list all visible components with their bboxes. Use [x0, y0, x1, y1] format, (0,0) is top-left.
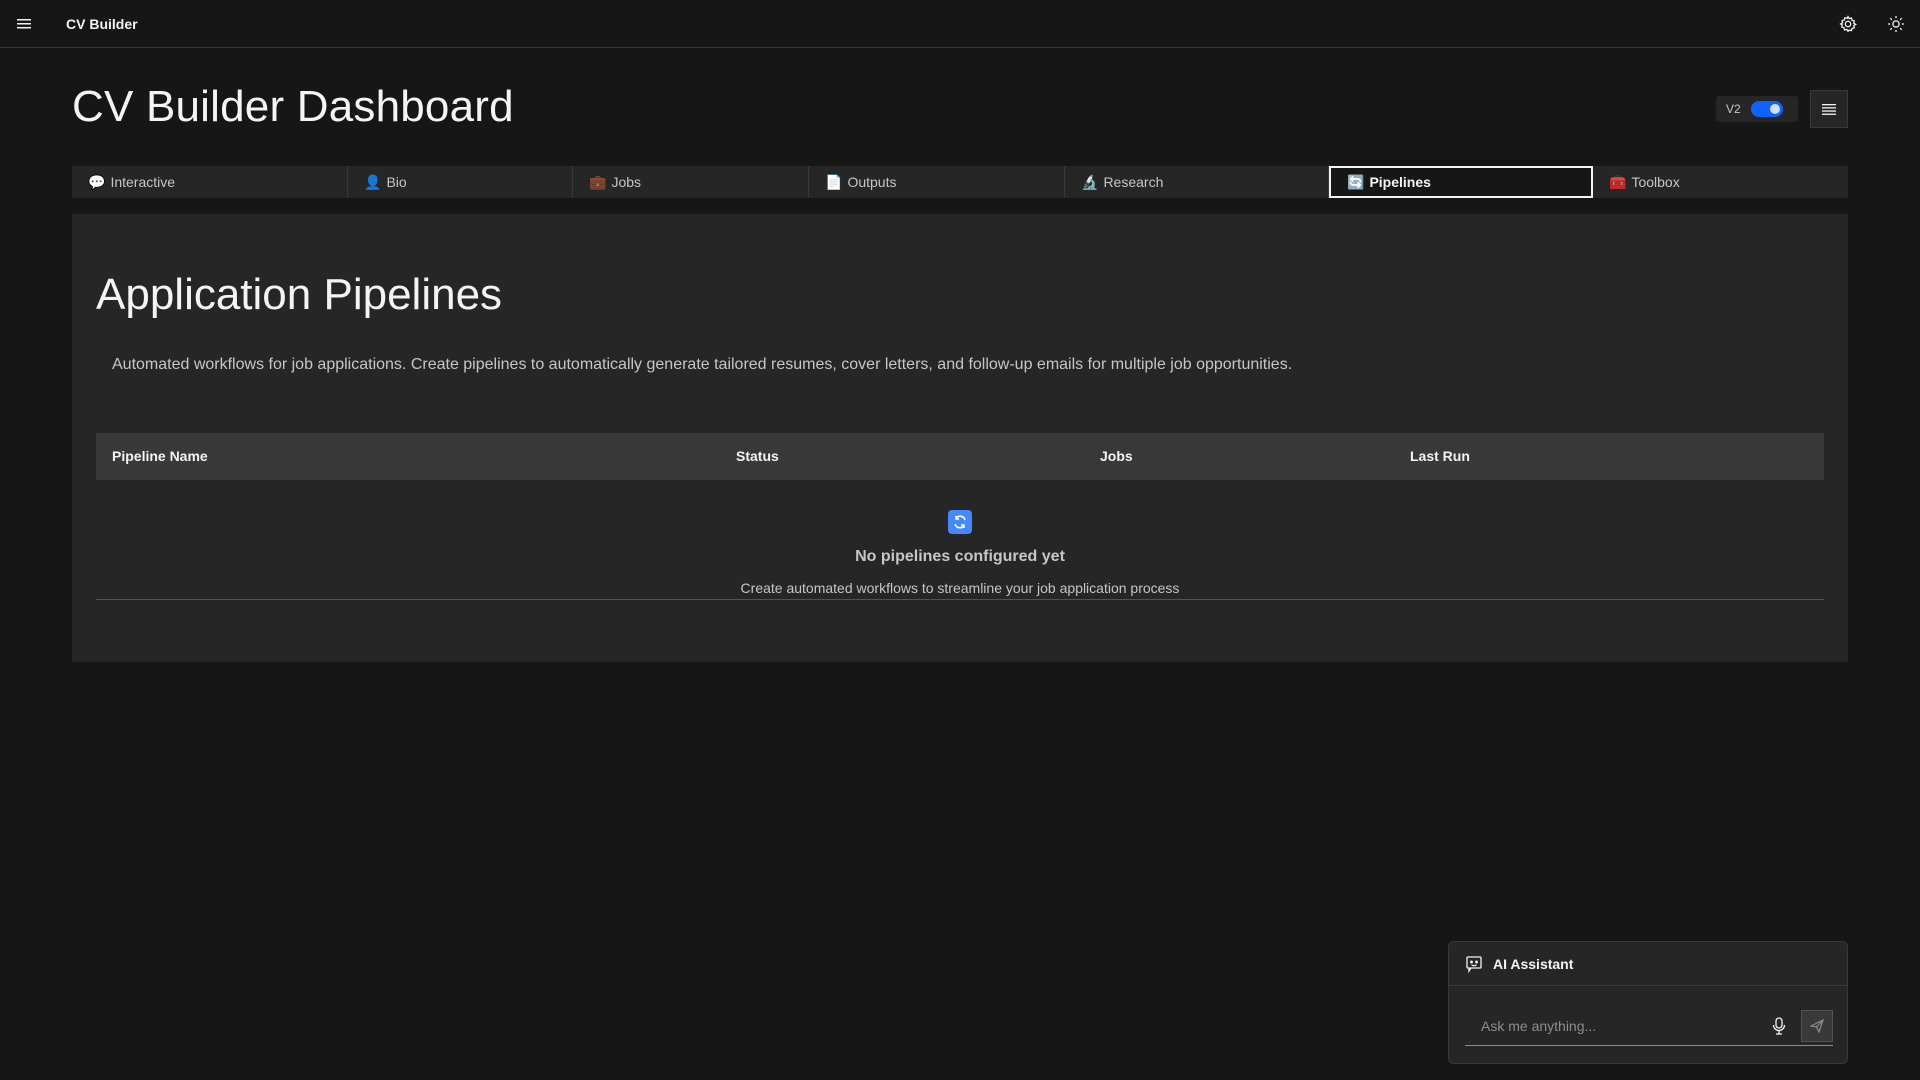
briefcase-icon: 💼: [589, 173, 607, 190]
refresh-icon: [948, 510, 972, 534]
tab-interactive[interactable]: 💬 Interactive: [72, 166, 348, 198]
pipelines-panel: Application Pipelines Automated workflow…: [72, 214, 1848, 662]
column-header-jobs[interactable]: Jobs: [1100, 448, 1133, 464]
app-name[interactable]: CV Builder: [66, 16, 138, 32]
column-header-pipeline-name[interactable]: Pipeline Name: [112, 448, 208, 464]
version-toggle[interactable]: V2: [1716, 96, 1798, 122]
tab-bio[interactable]: 👤 Bio: [348, 166, 573, 198]
toolbox-icon: 🧰: [1609, 173, 1627, 190]
assistant-title: AI Assistant: [1493, 955, 1574, 972]
empty-state-subtitle: Create automated workflows to streamline…: [740, 580, 1180, 596]
table-header: Pipeline Name Status Jobs Last Run: [96, 433, 1824, 480]
toggle-switch[interactable]: [1750, 101, 1783, 117]
version-toggle-label: V2: [1726, 102, 1741, 116]
dashboard-tabs: 💬 Interactive 👤 Bio 💼 Jobs 📄 Outputs 🔬 Resear…: [72, 166, 1848, 198]
tab-label: Bio: [386, 174, 407, 190]
refresh-icon: 🔄: [1347, 173, 1365, 190]
section-description: Automated workflows for job applications…: [112, 356, 1293, 373]
list-icon: [1822, 104, 1836, 115]
menu-icon[interactable]: [0, 0, 48, 48]
top-navigation-bar: CV Builder: [0, 0, 1920, 48]
tab-outputs[interactable]: 📄 Outputs: [809, 166, 1065, 198]
tab-label: Research: [1103, 174, 1164, 190]
theme-icon[interactable]: [1872, 0, 1920, 48]
chat-bot-icon: [1465, 955, 1483, 973]
column-header-status[interactable]: Status: [736, 448, 779, 464]
tab-label: Toolbox: [1631, 174, 1680, 190]
empty-state-title: No pipelines configured yet: [855, 548, 1065, 565]
assistant-input[interactable]: [1465, 1017, 1761, 1034]
list-view-button[interactable]: [1810, 90, 1848, 128]
settings-icon[interactable]: [1824, 0, 1872, 48]
document-icon: 📄: [825, 173, 843, 190]
toggle-thumb: [1769, 104, 1780, 114]
section-title: Application Pipelines: [96, 270, 503, 319]
chat-icon: 💬: [88, 173, 106, 190]
tab-label: Outputs: [847, 174, 897, 190]
tab-pipelines[interactable]: 🔄 Pipelines: [1329, 166, 1593, 198]
microscope-icon: 🔬: [1081, 173, 1099, 190]
column-header-last-run[interactable]: Last Run: [1410, 448, 1470, 464]
tab-jobs[interactable]: 💼 Jobs: [573, 166, 809, 198]
empty-state: No pipelines configured yet Create autom…: [96, 480, 1824, 600]
ai-assistant-panel: AI Assistant: [1448, 941, 1848, 1064]
page-title: CV Builder Dashboard: [72, 82, 514, 131]
microphone-icon[interactable]: [1761, 1010, 1797, 1042]
send-icon: [1810, 1018, 1824, 1033]
person-icon: 👤: [364, 173, 382, 190]
send-button[interactable]: [1801, 1009, 1833, 1042]
tab-label: Jobs: [611, 174, 642, 190]
header-actions: [1824, 0, 1920, 48]
tab-label: Pipelines: [1369, 174, 1431, 190]
tab-toolbox[interactable]: 🧰 Toolbox: [1593, 166, 1848, 198]
assistant-input-row: [1465, 1006, 1833, 1046]
assistant-header[interactable]: AI Assistant: [1449, 942, 1847, 986]
tab-research[interactable]: 🔬 Research: [1065, 166, 1329, 198]
tab-label: Interactive: [110, 174, 176, 190]
